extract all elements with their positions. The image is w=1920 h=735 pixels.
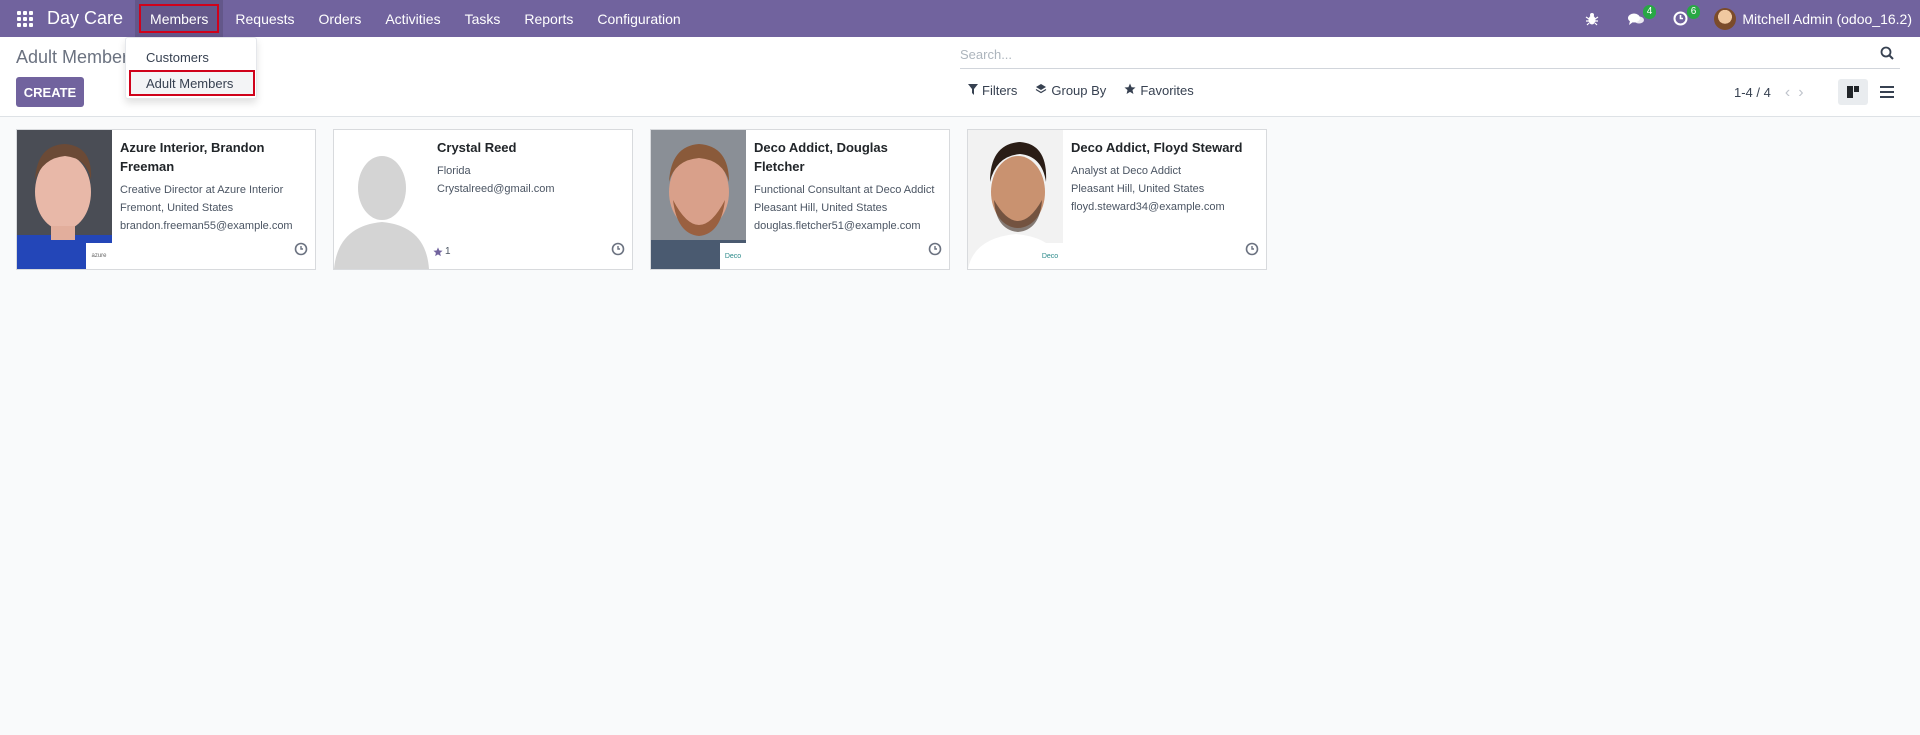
company-logo: Deco [720, 243, 746, 269]
pager-value[interactable]: 1-4 / 4 [1734, 85, 1771, 100]
contact-function: Functional Consultant at Deco Addict [754, 184, 935, 196]
star-icon [433, 246, 443, 256]
logo-text: azure [91, 253, 107, 259]
kanban-card[interactable]: Deco Deco Addict, Douglas Fletcher Funct… [650, 129, 950, 270]
contact-location: Florida [437, 165, 471, 177]
kanban-card[interactable]: azure Azure Interior, Brandon Freeman Cr… [16, 129, 316, 270]
contact-function: Analyst at Deco Addict [1071, 165, 1182, 177]
search-box [960, 41, 1900, 69]
menu-configuration[interactable]: Configuration [585, 0, 692, 37]
layers-icon [1035, 83, 1047, 98]
rating: 1 [433, 246, 451, 257]
logo-text: Deco [724, 252, 742, 260]
messages-badge: 4 [1642, 4, 1657, 19]
chevron-left-icon[interactable]: ‹ [1785, 84, 1790, 100]
view-switcher [1838, 79, 1902, 105]
menu-activities[interactable]: Activities [373, 0, 452, 37]
contact-email: brandon.freeman55@example.com [120, 220, 293, 232]
placeholder-avatar [334, 130, 429, 269]
contact-email: Crystalreed@gmail.com [437, 183, 555, 195]
kanban-view: azure Azure Interior, Brandon Freeman Cr… [16, 129, 1267, 270]
contact-photo: Deco [651, 130, 746, 269]
activity-clock-icon[interactable] [611, 242, 625, 259]
contact-name: Deco Addict, Floyd Steward [1071, 140, 1243, 155]
activity-clock-icon[interactable] [1245, 242, 1259, 259]
page-title: Adult Members [16, 47, 138, 67]
activity-clock-icon[interactable] [928, 242, 942, 259]
filter-icon [968, 83, 978, 98]
contact-photo: Deco [968, 130, 1063, 269]
contact-location: Pleasant Hill, United States [1071, 183, 1205, 195]
company-logo: azure [86, 243, 112, 269]
contact-email: floyd.steward34@example.com [1071, 201, 1225, 213]
search-input[interactable] [960, 41, 1900, 67]
group-by-label: Group By [1051, 83, 1107, 98]
activities-badge: 6 [1686, 4, 1701, 19]
menu-members[interactable]: Members [135, 0, 224, 37]
filters-label: Filters [982, 83, 1018, 98]
list-view-icon[interactable] [1872, 79, 1902, 105]
activity-clock-icon[interactable]: 6 [1670, 4, 1701, 29]
app-menu-icon[interactable] [17, 10, 33, 27]
dropdown-item-adult-members[interactable]: Adult Members [129, 70, 255, 96]
chevron-right-icon[interactable]: › [1798, 84, 1803, 100]
favorites-label: Favorites [1140, 83, 1194, 98]
company-logo: Deco [1037, 243, 1063, 269]
user-menu[interactable]: Mitchell Admin (odoo_16.2) [1742, 11, 1912, 27]
navbar-systray: 4 6 Mitchell Admin (odoo_16.2) [1582, 0, 1920, 37]
menu-reports[interactable]: Reports [512, 0, 585, 37]
contact-name: Azure Interior, Brandon Freeman [120, 140, 265, 174]
pager: 1-4 / 4 ‹ › [1734, 84, 1804, 100]
contact-location: Fremont, United States [120, 202, 234, 214]
members-dropdown: Customers Adult Members [125, 37, 257, 99]
group-by-button[interactable]: Group By [1035, 83, 1106, 98]
kanban-view-icon[interactable] [1838, 79, 1868, 105]
menu-requests[interactable]: Requests [223, 0, 306, 37]
logo-text: Deco [1041, 252, 1059, 260]
contact-function: Creative Director at Azure Interior [120, 184, 284, 196]
contact-name: Deco Addict, Douglas Fletcher [754, 140, 888, 174]
user-avatar[interactable] [1714, 7, 1737, 30]
kanban-card[interactable]: Crystal Reed Florida Crystalreed@gmail.c… [333, 129, 633, 270]
activity-clock-icon[interactable] [294, 242, 308, 259]
contact-name: Crystal Reed [437, 140, 517, 155]
filters-button[interactable]: Filters [968, 83, 1017, 98]
search-options: Filters Group By Favorites [968, 83, 1194, 98]
kanban-card[interactable]: Deco Deco Addict, Floyd Steward Analyst … [967, 129, 1267, 270]
search-icon[interactable] [1880, 46, 1894, 63]
favorites-button[interactable]: Favorites [1124, 83, 1194, 98]
star-icon [1124, 83, 1136, 98]
dropdown-item-customers[interactable]: Customers [126, 45, 256, 69]
top-navbar: Day Care Members Requests Orders Activit… [0, 0, 1920, 37]
contact-email: douglas.fletcher51@example.com [754, 220, 921, 232]
contact-location: Pleasant Hill, United States [754, 202, 888, 214]
control-panel: Adult Members CREATE Filters Group By Fa… [0, 37, 1920, 117]
menu-orders[interactable]: Orders [307, 0, 374, 37]
rating-count: 1 [445, 246, 451, 257]
app-brand[interactable]: Day Care [47, 8, 123, 29]
menu-tasks[interactable]: Tasks [453, 0, 513, 37]
contact-photo: azure [17, 130, 112, 269]
chat-icon[interactable]: 4 [1626, 4, 1657, 29]
bug-icon[interactable] [1582, 9, 1602, 29]
create-button[interactable]: CREATE [16, 77, 84, 107]
